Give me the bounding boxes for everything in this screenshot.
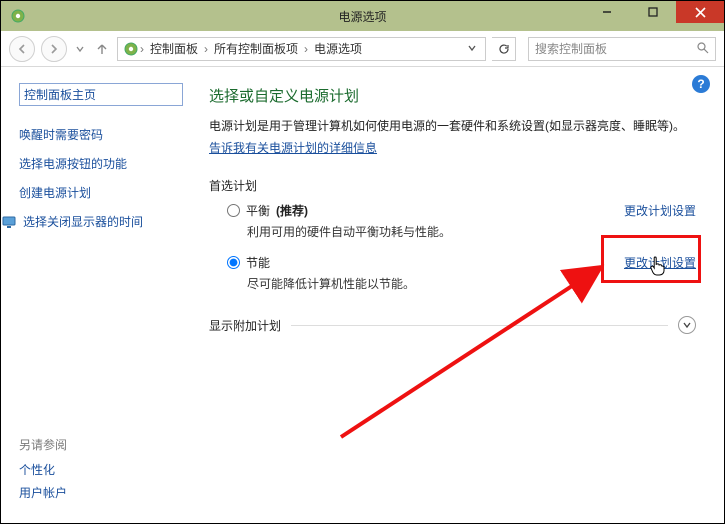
see-also-heading: 另请参阅 <box>19 436 183 453</box>
page-title: 选择或自定义电源计划 <box>209 85 696 106</box>
plan-saver-desc: 尽可能降低计算机性能以节能。 <box>247 275 696 292</box>
page-description: 电源计划是用于管理计算机如何使用电源的一套硬件和系统设置(如显示器亮度、睡眠等)… <box>209 116 696 159</box>
learn-more-link[interactable]: 告诉我有关电源计划的详细信息 <box>209 141 377 155</box>
breadcrumb-seg-2[interactable]: 所有控制面板项 <box>208 40 304 57</box>
up-button[interactable] <box>93 36 111 62</box>
sidebar: 控制面板主页 唤醒时需要密码 选择电源按钮的功能 创建电源计划 选择关闭显示器的… <box>1 67 201 523</box>
power-icon <box>122 40 140 58</box>
sidebar-link-power-button[interactable]: 选择电源按钮的功能 <box>19 155 183 172</box>
search-icon <box>696 41 709 57</box>
breadcrumb-seg-3[interactable]: 电源选项 <box>308 40 368 57</box>
chevron-down-icon <box>678 316 696 334</box>
forward-button[interactable] <box>41 36 67 62</box>
plan-balanced-name: 平衡 <box>246 202 270 219</box>
main-panel: 选择或自定义电源计划 电源计划是用于管理计算机如何使用电源的一套硬件和系统设置(… <box>201 67 724 523</box>
plan-balanced-rec: (推荐) <box>276 202 308 219</box>
sidebar-link-label: 选择关闭显示器的时间 <box>23 213 143 230</box>
sidebar-link-display-off[interactable]: 选择关闭显示器的时间 <box>1 213 183 230</box>
sidebar-link-create-plan[interactable]: 创建电源计划 <box>19 184 183 201</box>
navbar: › 控制面板 › 所有控制面板项 › 电源选项 搜索控制面板 <box>1 31 724 67</box>
monitor-icon <box>1 214 17 230</box>
minimize-button[interactable] <box>584 1 630 23</box>
show-additional-plans[interactable]: 显示附加计划 <box>209 316 696 334</box>
search-placeholder: 搜索控制面板 <box>535 40 607 57</box>
plan-balanced: 平衡 (推荐) 利用可用的硬件自动平衡功耗与性能。 更改计划设置 <box>227 202 696 240</box>
close-button[interactable] <box>676 1 724 23</box>
power-icon <box>9 7 27 25</box>
plan-saver-name: 节能 <box>246 254 270 271</box>
sidebar-home[interactable]: 控制面板主页 <box>19 83 183 106</box>
maximize-button[interactable] <box>630 1 676 23</box>
breadcrumb[interactable]: › 控制面板 › 所有控制面板项 › 电源选项 <box>117 37 486 61</box>
plan-saver-radio[interactable] <box>227 256 240 269</box>
search-input[interactable]: 搜索控制面板 <box>528 37 716 61</box>
change-plan-saver[interactable]: 更改计划设置 <box>624 254 696 271</box>
refresh-button[interactable] <box>492 37 516 61</box>
back-button[interactable] <box>9 36 35 62</box>
breadcrumb-seg-1[interactable]: 控制面板 <box>144 40 204 57</box>
show-additional-label: 显示附加计划 <box>209 317 281 334</box>
see-also-accounts[interactable]: 用户帐户 <box>19 484 183 501</box>
see-also-personalize[interactable]: 个性化 <box>19 461 183 478</box>
preferred-plans-heading: 首选计划 <box>209 177 696 194</box>
recent-dropdown[interactable] <box>73 36 87 62</box>
plan-balanced-desc: 利用可用的硬件自动平衡功耗与性能。 <box>247 223 696 240</box>
breadcrumb-dropdown[interactable] <box>463 42 481 56</box>
plan-balanced-radio[interactable] <box>227 204 240 217</box>
sidebar-link-wake-password[interactable]: 唤醒时需要密码 <box>19 126 183 143</box>
titlebar: 电源选项 <box>1 1 724 31</box>
plan-saver: 节能 尽可能降低计算机性能以节能。 更改计划设置 <box>227 254 696 292</box>
change-plan-balanced[interactable]: 更改计划设置 <box>624 202 696 219</box>
